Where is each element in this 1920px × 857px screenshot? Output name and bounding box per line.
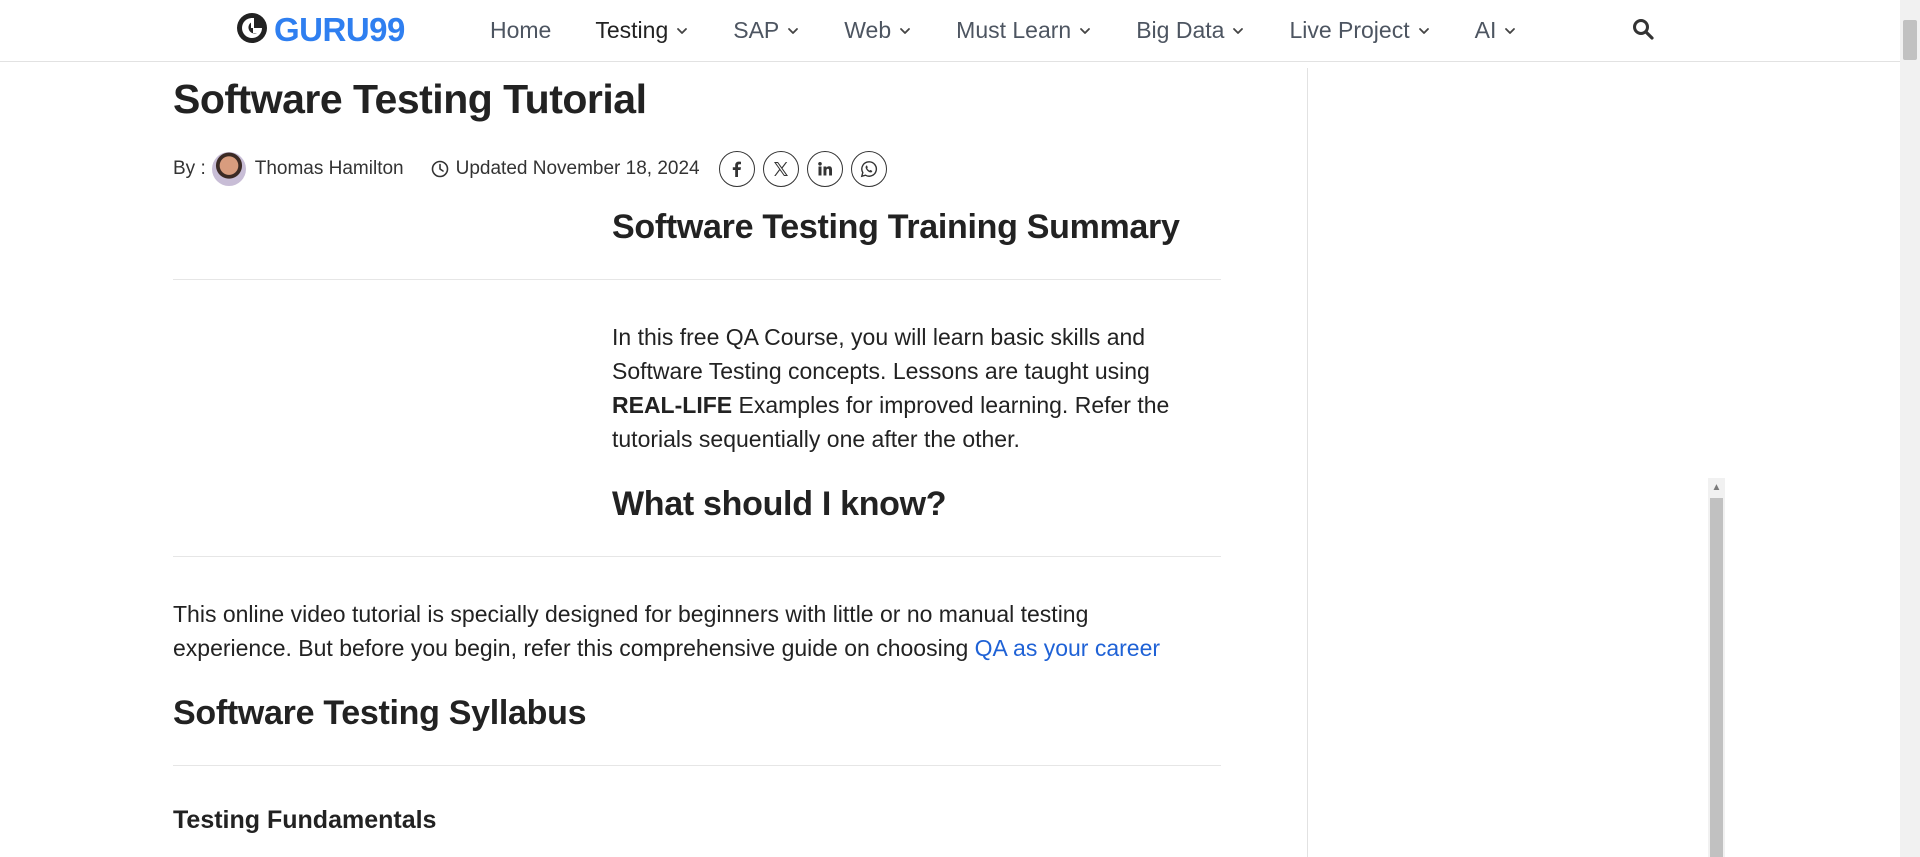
guru99-logo-icon (236, 12, 268, 49)
nav-item-big-data[interactable]: Big Data (1136, 17, 1245, 44)
author-avatar[interactable] (211, 152, 246, 186)
nav-item-must-learn[interactable]: Must Learn (956, 17, 1092, 44)
logo-text: GURU99 (274, 11, 405, 48)
summary-text-bold: REAL-LIFE (612, 392, 733, 418)
search-icon[interactable] (1631, 17, 1655, 41)
nav-item-label: Must Learn (956, 17, 1072, 43)
nav-item-live-project[interactable]: Live Project (1289, 17, 1430, 44)
chevron-down-icon (1417, 24, 1431, 38)
syllabus-heading: Software Testing Syllabus (173, 694, 587, 732)
summary-text-before: In this free QA Course, you will learn b… (612, 324, 1150, 384)
site-logo[interactable]: GURU99 (236, 11, 405, 49)
linkedin-icon[interactable] (806, 151, 843, 187)
nav-item-home[interactable]: Home (490, 17, 551, 44)
nav-item-label: Live Project (1289, 17, 1410, 43)
nav-item-label: AI (1474, 17, 1497, 43)
qa-career-link[interactable]: QA as your career (975, 635, 1160, 661)
chevron-down-icon (1078, 24, 1092, 38)
divider (173, 556, 1221, 557)
page-scrollbar[interactable] (1900, 0, 1920, 857)
scroll-up-arrow-icon[interactable]: ▲ (1708, 478, 1725, 496)
chevron-down-icon (1503, 24, 1517, 38)
whatsapp-icon[interactable] (850, 151, 887, 187)
summary-heading: Software Testing Training Summary (612, 208, 1180, 246)
sidebar-divider (1307, 68, 1308, 857)
nav-item-label: Web (844, 17, 892, 43)
x-twitter-icon[interactable] (762, 151, 799, 187)
nav-item-label: Big Data (1136, 17, 1225, 43)
nav-item-label: Home (490, 17, 552, 43)
facebook-icon[interactable] (718, 151, 755, 187)
top-navigation-bar: GURU99 Home Testing SAP Web Must Learn Big Da… (0, 0, 1900, 62)
chevron-down-icon (1231, 24, 1245, 38)
know-text: This online video tutorial is specially … (173, 601, 1089, 661)
divider (173, 765, 1221, 766)
author-name[interactable]: Thomas Hamilton (255, 158, 404, 180)
sidebar-scrollbar[interactable]: ▲ (1708, 478, 1725, 857)
sidebar-scrollbar-thumb[interactable] (1710, 498, 1723, 857)
updated-date: Updated November 18, 2024 (455, 158, 700, 179)
article-meta: By : Thomas Hamilton Updated November 18… (173, 150, 895, 188)
nav-item-label: Testing (595, 17, 669, 43)
chevron-down-icon (898, 24, 912, 38)
divider (173, 279, 1221, 280)
testing-fundamentals-heading: Testing Fundamentals (173, 806, 437, 834)
know-paragraph: This online video tutorial is specially … (173, 597, 1203, 665)
nav-item-ai[interactable]: AI (1475, 17, 1518, 44)
what-should-i-know-heading: What should I know? (612, 485, 947, 523)
nav-item-sap[interactable]: SAP (733, 17, 800, 44)
nav-item-label: SAP (733, 17, 780, 43)
chevron-down-icon (675, 24, 689, 38)
summary-paragraph: In this free QA Course, you will learn b… (612, 320, 1224, 456)
clock-icon (430, 159, 450, 179)
nav-item-web[interactable]: Web (844, 17, 912, 44)
by-label: By : (173, 158, 206, 179)
page-scrollbar-thumb[interactable] (1903, 20, 1917, 60)
share-buttons (718, 151, 895, 187)
nav-item-testing[interactable]: Testing (595, 17, 689, 44)
main-nav: Home Testing SAP Web Must Learn Big Data Live … (490, 0, 1561, 61)
page-title: Software Testing Tutorial (173, 76, 647, 122)
chevron-down-icon (786, 24, 800, 38)
